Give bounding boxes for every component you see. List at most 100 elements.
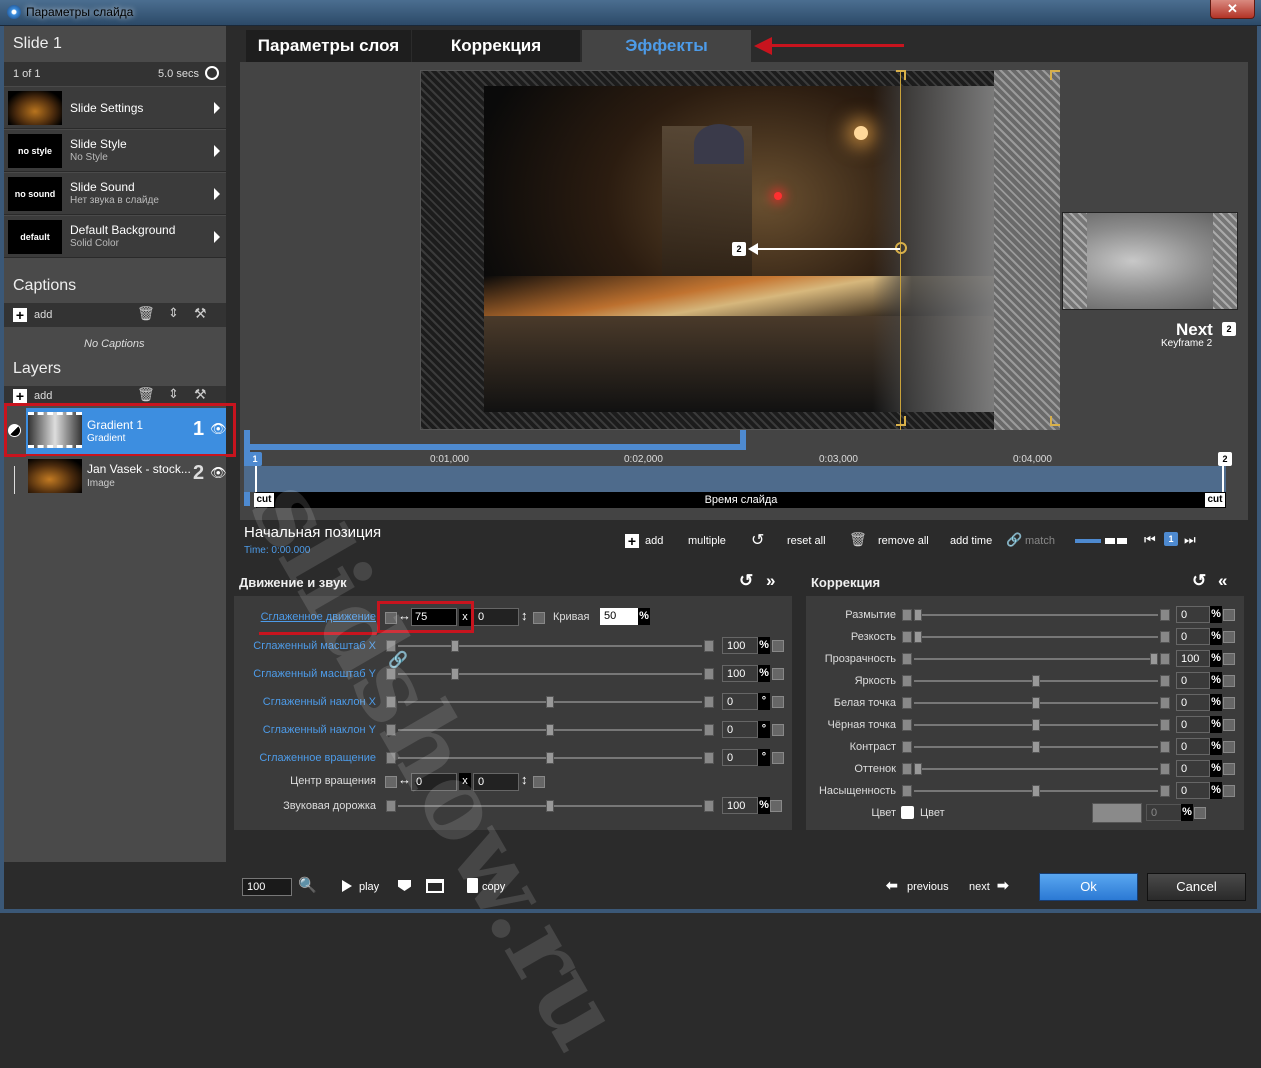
- correction-row-value[interactable]: 0: [1176, 672, 1210, 689]
- slider-knob[interactable]: [1032, 697, 1040, 709]
- correction-row-value[interactable]: 0: [1176, 694, 1210, 711]
- tab-effects[interactable]: Эффекты: [582, 30, 751, 62]
- slider-right-button[interactable]: [704, 696, 714, 708]
- slider-right-button[interactable]: [1160, 719, 1170, 731]
- window-icon[interactable]: [426, 879, 444, 893]
- chain-link-icon[interactable]: 🔗: [388, 650, 408, 670]
- slide-style-row[interactable]: no style Slide Style No Style: [4, 130, 226, 172]
- smooth-motion-y-input[interactable]: 0: [473, 608, 519, 626]
- play-button[interactable]: play: [359, 881, 379, 893]
- copy-icon[interactable]: [467, 878, 478, 893]
- correction-row-checkbox[interactable]: [1223, 741, 1235, 753]
- last-keyframe-icon[interactable]: ⏭: [1184, 532, 1196, 548]
- add-caption-button[interactable]: add: [34, 309, 52, 321]
- slider-left-button[interactable]: [902, 719, 912, 731]
- rotation-center-checkbox[interactable]: [385, 776, 397, 788]
- slider-right-button[interactable]: [1160, 785, 1170, 797]
- correction-row-checkbox[interactable]: [1223, 631, 1235, 643]
- slider-knob[interactable]: [546, 696, 554, 708]
- slider-right-button[interactable]: [1160, 609, 1170, 621]
- link-icon[interactable]: 🔗: [1006, 532, 1022, 548]
- motion-row-value[interactable]: 0: [722, 749, 758, 766]
- correction-row-slider[interactable]: [902, 785, 1170, 797]
- motion-row-checkbox[interactable]: [772, 724, 784, 736]
- multiple-button[interactable]: multiple: [688, 535, 726, 547]
- correction-row-slider[interactable]: [902, 631, 1170, 643]
- trash-icon[interactable]: 🗑: [849, 531, 867, 548]
- slider-left-button[interactable]: [902, 697, 912, 709]
- color-value[interactable]: 0: [1146, 804, 1182, 821]
- slider-knob[interactable]: [546, 800, 554, 812]
- slider-knob[interactable]: [1032, 675, 1040, 687]
- timeline-track[interactable]: [244, 466, 1226, 492]
- correction-row-slider[interactable]: [902, 697, 1170, 709]
- slider-right-button[interactable]: [704, 668, 714, 680]
- correction-row-slider[interactable]: [902, 763, 1170, 775]
- slider-right-button[interactable]: [704, 640, 714, 652]
- slider-right-button[interactable]: [704, 752, 714, 764]
- tab-correction[interactable]: Коррекция: [412, 30, 580, 62]
- match-button[interactable]: match: [1025, 535, 1055, 547]
- correction-row-value[interactable]: 100: [1176, 650, 1210, 667]
- remove-all-button[interactable]: remove all: [878, 535, 929, 547]
- layer-row-image[interactable]: Jan Vasek - stock... Image 2 👁: [26, 456, 227, 496]
- previous-button[interactable]: previous: [907, 881, 949, 893]
- trash-icon[interactable]: 🗑: [137, 386, 155, 403]
- slider-left-button[interactable]: [902, 609, 912, 621]
- slider-knob[interactable]: [914, 609, 922, 621]
- slider-right-button[interactable]: [1160, 697, 1170, 709]
- motion-row-value[interactable]: 100: [722, 637, 758, 654]
- motion-row-checkbox[interactable]: [772, 640, 784, 652]
- copy-button[interactable]: copy: [482, 881, 505, 893]
- tab-layer-settings[interactable]: Параметры слоя: [246, 30, 411, 62]
- correction-row-checkbox[interactable]: [1223, 719, 1235, 731]
- trash-icon[interactable]: 🗑: [137, 305, 155, 322]
- motion-row-checkbox[interactable]: [772, 668, 784, 680]
- add-keyframe-button[interactable]: add: [645, 535, 663, 547]
- close-window-button[interactable]: ✕: [1210, 0, 1255, 19]
- slider-left-button[interactable]: [386, 724, 396, 736]
- add-keyframe-icon[interactable]: +: [625, 534, 639, 548]
- timeline-end-marker[interactable]: 2: [1218, 452, 1232, 466]
- next-keyframe-preview[interactable]: [1062, 212, 1238, 310]
- slider-knob[interactable]: [546, 724, 554, 736]
- reset-icon[interactable]: ↺: [1192, 571, 1206, 591]
- slider-right-button[interactable]: [1160, 653, 1170, 665]
- correction-row-value[interactable]: 0: [1176, 628, 1210, 645]
- motion-row-value[interactable]: 0: [722, 693, 758, 710]
- view-mode-1-icon[interactable]: [1075, 539, 1101, 543]
- arrow-right-icon[interactable]: ➡: [997, 877, 1009, 894]
- slider-right-button[interactable]: [1160, 675, 1170, 687]
- audio-track-checkbox[interactable]: [770, 800, 782, 812]
- motion-row-slider[interactable]: [386, 668, 714, 680]
- slider-left-button[interactable]: [902, 763, 912, 775]
- reset-icon[interactable]: ↺: [739, 571, 753, 591]
- motion-row-checkbox[interactable]: [772, 752, 784, 764]
- color-lock-checkbox[interactable]: [1194, 807, 1206, 819]
- slider-knob[interactable]: [1032, 719, 1040, 731]
- correction-row-checkbox[interactable]: [1223, 653, 1235, 665]
- resize-handle-bottom[interactable]: [896, 416, 906, 426]
- view-mode-2-icon[interactable]: [1105, 538, 1127, 544]
- correction-row-value[interactable]: 0: [1176, 606, 1210, 623]
- play-icon[interactable]: [342, 880, 352, 892]
- expand-icon[interactable]: »: [766, 571, 775, 591]
- color-checkbox[interactable]: [901, 806, 914, 819]
- slider-right-button[interactable]: [1160, 631, 1170, 643]
- slide-settings-row[interactable]: Slide Settings: [4, 87, 226, 129]
- correction-row-checkbox[interactable]: [1223, 763, 1235, 775]
- resize-handle-top[interactable]: [896, 70, 906, 80]
- slider-knob[interactable]: [546, 752, 554, 764]
- cut-marker-end[interactable]: cut: [1205, 493, 1225, 507]
- motion-row-checkbox[interactable]: [772, 696, 784, 708]
- cut-marker-start[interactable]: cut: [254, 493, 274, 507]
- cancel-button[interactable]: Cancel: [1147, 873, 1246, 901]
- correction-row-checkbox[interactable]: [1223, 697, 1235, 709]
- slider-knob[interactable]: [914, 763, 922, 775]
- resize-handle-top-right[interactable]: [1050, 70, 1060, 80]
- slider-right-button[interactable]: [704, 800, 714, 812]
- tools-icon[interactable]: ⚒: [194, 386, 207, 403]
- slide-sound-row[interactable]: no sound Slide Sound Нет звука в слайде: [4, 173, 226, 215]
- correction-row-value[interactable]: 0: [1176, 782, 1210, 799]
- slider-left-button[interactable]: [386, 800, 396, 812]
